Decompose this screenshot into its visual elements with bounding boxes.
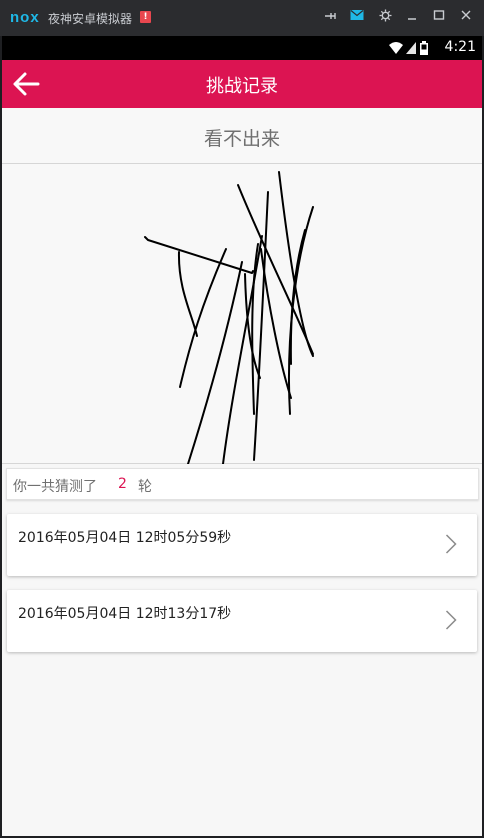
pin-icon[interactable] (322, 9, 338, 25)
gear-icon[interactable] (377, 9, 393, 25)
guess-summary: 你一共猜测了 2 轮 (6, 468, 479, 500)
wifi-icon (389, 42, 403, 54)
status-time: 4:21 (444, 39, 476, 55)
record-timestamp: 2016年05月04日 12时13分17秒 (18, 606, 232, 622)
answer-row: 看不出来 (2, 108, 482, 164)
summary-suffix: 轮 (138, 479, 152, 495)
record-item[interactable]: 2016年05月04日 12时13分17秒 (7, 590, 477, 652)
signal-icon (406, 42, 416, 54)
close-icon[interactable] (458, 9, 474, 25)
guess-count: 2 (118, 476, 127, 492)
chevron-right-icon (445, 609, 457, 631)
answer-text: 看不出来 (203, 128, 280, 150)
drawing-canvas (2, 164, 482, 465)
drawing-strokes (144, 171, 314, 465)
minimize-icon[interactable] (404, 9, 420, 25)
device-screen: 4:21 挑战记录 看不出来 你一共猜测了 2 轮 2016年05月04日 12… (2, 36, 482, 836)
warning-badge[interactable]: ! (140, 11, 151, 23)
app-bar: 挑战记录 (2, 60, 482, 108)
mail-icon[interactable] (349, 9, 365, 25)
nox-logo: nox (10, 9, 40, 26)
status-bar: 4:21 (2, 36, 482, 60)
battery-icon (420, 41, 428, 55)
maximize-icon[interactable] (431, 9, 447, 25)
summary-prefix: 你一共猜测了 (13, 479, 97, 495)
status-icons (388, 40, 432, 56)
record-item[interactable]: 2016年05月04日 12时05分59秒 (7, 514, 477, 576)
page-title: 挑战记录 (206, 76, 278, 97)
chevron-right-icon (445, 533, 457, 555)
emulator-title: 夜神安卓模拟器 (48, 12, 133, 26)
record-timestamp: 2016年05月04日 12时05分59秒 (18, 530, 232, 546)
emulator-title-bar: nox 夜神安卓模拟器 ! (0, 0, 484, 36)
